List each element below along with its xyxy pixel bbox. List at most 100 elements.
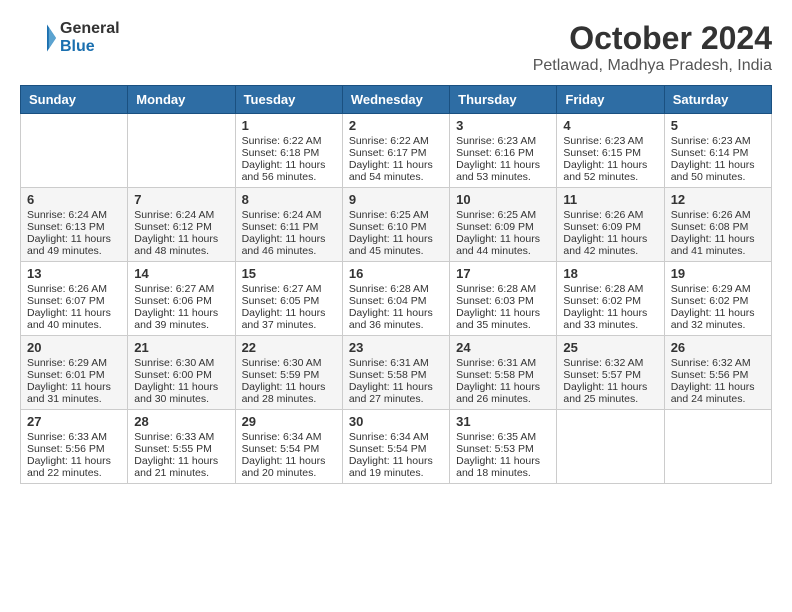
day-number: 30 — [349, 414, 443, 429]
day-info: Daylight: 11 hours and 37 minutes. — [242, 307, 336, 331]
calendar-column-header: Thursday — [450, 86, 557, 114]
calendar-cell: 27Sunrise: 6:33 AMSunset: 5:56 PMDayligh… — [21, 410, 128, 484]
calendar-column-header: Wednesday — [342, 86, 449, 114]
calendar-cell: 14Sunrise: 6:27 AMSunset: 6:06 PMDayligh… — [128, 262, 235, 336]
day-info: Sunset: 6:15 PM — [563, 147, 657, 159]
day-info: Sunrise: 6:22 AM — [242, 135, 336, 147]
calendar-cell: 12Sunrise: 6:26 AMSunset: 6:08 PMDayligh… — [664, 188, 771, 262]
calendar-cell: 30 Sunrise: 6:34 AMSunset: 5:54 PMDayligh… — [342, 410, 449, 484]
day-info: Daylight: 11 hours and 21 minutes. — [134, 455, 228, 479]
calendar-cell: 13Sunrise: 6:26 AMSunset: 6:07 PMDayligh… — [21, 262, 128, 336]
calendar-cell: 31Sunrise: 6:35 AMSunset: 5:53 PMDayligh… — [450, 410, 557, 484]
calendar-column-header: Sunday — [21, 86, 128, 114]
calendar-row: 27Sunrise: 6:33 AMSunset: 5:56 PMDayligh… — [21, 410, 772, 484]
calendar-cell: 16Sunrise: 6:28 AMSunset: 6:04 PMDayligh… — [342, 262, 449, 336]
calendar-row: 20Sunrise: 6:29 AMSunset: 6:01 PMDayligh… — [21, 336, 772, 410]
header: General Blue October 2024 Petlawad, Madh… — [20, 20, 772, 75]
calendar-cell: 18Sunrise: 6:28 AMSunset: 6:02 PMDayligh… — [557, 262, 664, 336]
day-info: Sunrise: 6:27 AM — [242, 283, 336, 295]
day-info: Sunset: 6:01 PM — [27, 369, 121, 381]
day-info: Sunrise: 6:23 AM — [671, 135, 765, 147]
day-info: Sunset: 6:02 PM — [563, 295, 657, 307]
day-info: Sunset: 6:11 PM — [242, 221, 336, 233]
calendar-row: 13Sunrise: 6:26 AMSunset: 6:07 PMDayligh… — [21, 262, 772, 336]
calendar-cell: 22Sunrise: 6:30 AMSunset: 5:59 PMDayligh… — [235, 336, 342, 410]
day-info: Sunrise: 6:24 AM — [27, 209, 121, 221]
day-info: Sunrise: 6:27 AM — [134, 283, 228, 295]
day-number: 26 — [671, 340, 765, 355]
day-info: Daylight: 11 hours and 18 minutes. — [456, 455, 550, 479]
calendar-cell: 2Sunrise: 6:22 AMSunset: 6:17 PMDaylight… — [342, 114, 449, 188]
calendar-cell: 20Sunrise: 6:29 AMSunset: 6:01 PMDayligh… — [21, 336, 128, 410]
day-info: Sunset: 6:00 PM — [134, 369, 228, 381]
day-number: 15 — [242, 266, 336, 281]
day-number: 24 — [456, 340, 550, 355]
day-info: Sunrise: 6:35 AM — [456, 431, 550, 443]
day-number: 2 — [349, 118, 443, 133]
day-info: Sunset: 6:03 PM — [456, 295, 550, 307]
day-info: Sunrise: 6:26 AM — [671, 209, 765, 221]
day-info: Sunset: 6:17 PM — [349, 147, 443, 159]
day-number: 27 — [27, 414, 121, 429]
calendar-cell: 7Sunrise: 6:24 AMSunset: 6:12 PMDaylight… — [128, 188, 235, 262]
calendar-column-header: Saturday — [664, 86, 771, 114]
day-info: Daylight: 11 hours and 31 minutes. — [27, 381, 121, 405]
calendar-cell: 24Sunrise: 6:31 AMSunset: 5:58 PMDayligh… — [450, 336, 557, 410]
day-info: Sunset: 6:09 PM — [456, 221, 550, 233]
day-info: Sunrise: 6:34 AM — [349, 431, 443, 443]
day-info: Sunset: 6:04 PM — [349, 295, 443, 307]
calendar-cell: 28Sunrise: 6:33 AMSunset: 5:55 PMDayligh… — [128, 410, 235, 484]
day-info: Sunset: 6:18 PM — [242, 147, 336, 159]
page-subtitle: Petlawad, Madhya Pradesh, India — [533, 57, 772, 75]
calendar-cell: 1Sunrise: 6:22 AMSunset: 6:18 PMDaylight… — [235, 114, 342, 188]
calendar-cell: 29Sunrise: 6:34 AMSunset: 5:54 PMDayligh… — [235, 410, 342, 484]
day-info: Sunrise: 6:22 AM — [349, 135, 443, 147]
day-info: Daylight: 11 hours and 42 minutes. — [563, 233, 657, 257]
day-info: Daylight: 11 hours and 39 minutes. — [134, 307, 228, 331]
calendar-cell — [21, 114, 128, 188]
day-info: Daylight: 11 hours and 20 minutes. — [242, 455, 336, 479]
day-info: Sunset: 6:12 PM — [134, 221, 228, 233]
day-info: Sunrise: 6:30 AM — [134, 357, 228, 369]
day-info: Sunrise: 6:25 AM — [349, 209, 443, 221]
calendar-cell — [128, 114, 235, 188]
day-info: Sunset: 5:58 PM — [456, 369, 550, 381]
day-number: 14 — [134, 266, 228, 281]
day-info: Daylight: 11 hours and 27 minutes. — [349, 381, 443, 405]
day-number: 10 — [456, 192, 550, 207]
day-info: Sunrise: 6:28 AM — [349, 283, 443, 295]
day-info: Sunrise: 6:23 AM — [456, 135, 550, 147]
day-info: Daylight: 11 hours and 25 minutes. — [563, 381, 657, 405]
day-info: Daylight: 11 hours and 50 minutes. — [671, 159, 765, 183]
calendar-cell: 17Sunrise: 6:28 AMSunset: 6:03 PMDayligh… — [450, 262, 557, 336]
day-info: Sunrise: 6:33 AM — [27, 431, 121, 443]
day-info: Daylight: 11 hours and 40 minutes. — [27, 307, 121, 331]
calendar-cell: 4Sunrise: 6:23 AMSunset: 6:15 PMDaylight… — [557, 114, 664, 188]
day-info: Daylight: 11 hours and 48 minutes. — [134, 233, 228, 257]
calendar-cell: 5Sunrise: 6:23 AMSunset: 6:14 PMDaylight… — [664, 114, 771, 188]
calendar-cell: 6Sunrise: 6:24 AMSunset: 6:13 PMDaylight… — [21, 188, 128, 262]
day-info: Sunrise: 6:33 AM — [134, 431, 228, 443]
day-number: 9 — [349, 192, 443, 207]
day-info: Sunset: 6:10 PM — [349, 221, 443, 233]
calendar-cell — [557, 410, 664, 484]
day-info: Sunrise: 6:29 AM — [671, 283, 765, 295]
day-info: Daylight: 11 hours and 32 minutes. — [671, 307, 765, 331]
day-info: Sunrise: 6:34 AM — [242, 431, 336, 443]
day-info: Sunset: 5:59 PM — [242, 369, 336, 381]
logo-text: General Blue — [60, 20, 120, 56]
day-info: Daylight: 11 hours and 56 minutes. — [242, 159, 336, 183]
day-info: Daylight: 11 hours and 26 minutes. — [456, 381, 550, 405]
day-info: Sunrise: 6:28 AM — [563, 283, 657, 295]
day-info: Daylight: 11 hours and 19 minutes. — [349, 455, 443, 479]
day-info: Sunset: 5:54 PM — [349, 443, 443, 455]
day-info: Daylight: 11 hours and 24 minutes. — [671, 381, 765, 405]
calendar-cell: 23Sunrise: 6:31 AMSunset: 5:58 PMDayligh… — [342, 336, 449, 410]
calendar-column-header: Tuesday — [235, 86, 342, 114]
day-number: 16 — [349, 266, 443, 281]
day-info: Sunrise: 6:24 AM — [242, 209, 336, 221]
day-info: Daylight: 11 hours and 53 minutes. — [456, 159, 550, 183]
day-number: 23 — [349, 340, 443, 355]
day-info: Daylight: 11 hours and 44 minutes. — [456, 233, 550, 257]
day-info: Daylight: 11 hours and 30 minutes. — [134, 381, 228, 405]
